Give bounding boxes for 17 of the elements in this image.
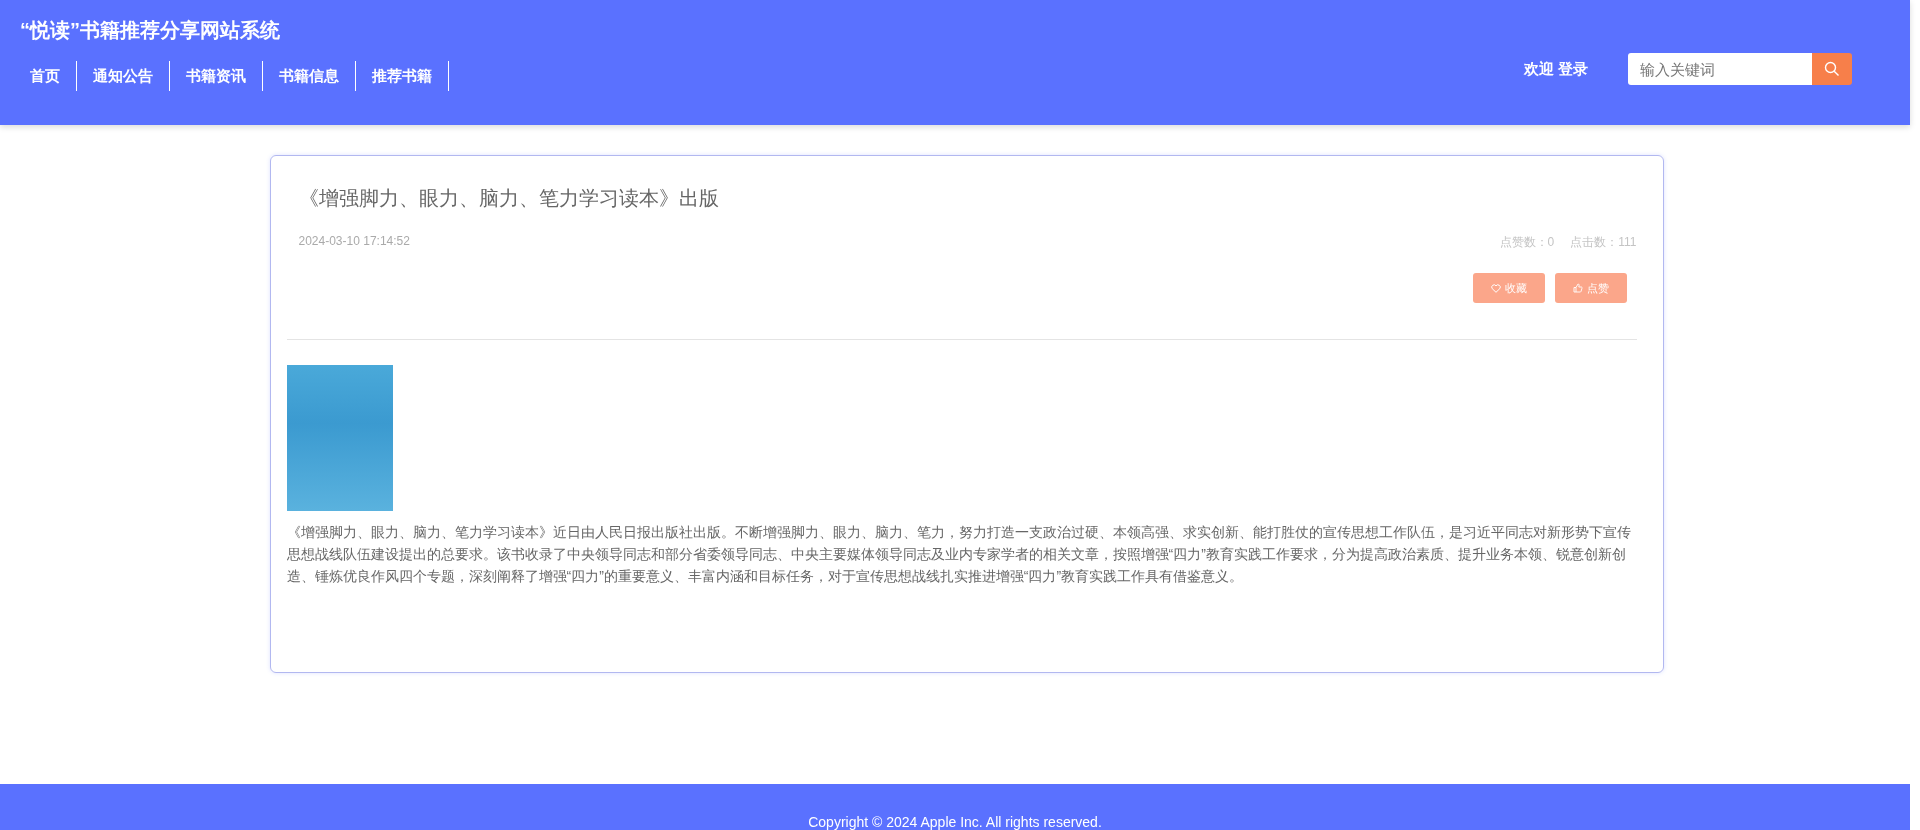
- search-field[interactable]: 输入关键词: [1628, 53, 1812, 85]
- nav-link[interactable]: 首页: [20, 61, 77, 91]
- nav-link[interactable]: 书籍资讯: [170, 61, 263, 91]
- thumb-up-icon: [1572, 283, 1583, 293]
- nav-link[interactable]: 通知公告: [77, 61, 170, 91]
- user-link[interactable]: 欢迎: [1524, 59, 1554, 79]
- search-icon: [1824, 61, 1840, 77]
- site-title: “悦读”书籍推荐分享网站系统: [20, 18, 281, 43]
- article-body: 《增强脚力、眼力、脑力、笔力学习读本》近日由人民日报出版社出版。不断增强脚力、眼力、脑力、笔力，努力打造一支政治过硬、本领高强、求实创新、能打胜仗的宣传思想工作队伍，是习近平同志对新形势下宣传思想战线队伍建设提出的总要求。该书收录了中央领导同志和部分省委领导同志、中央主要媒体领导同志及业内专家学者的相关文章，按照增强“四力”教育实践工作要求，分为提高政治素质、提升业务本领、锐意创新创造、锤炼优良作风四个专题，深刻阐释了增强“四力”的重要意义、丰富内涵和目标任务，对于宣传思想战线扎实推进增强“四力”教育实践工作具有借鉴意义。: [286, 523, 1632, 586]
- heart-icon: [1490, 283, 1501, 293]
- copyright-text: Copyright © 2024 Apple Inc. All rights reserved.: [808, 814, 1102, 830]
- user-link[interactable]: 登录: [1558, 59, 1588, 79]
- nav-link[interactable]: 推荐书籍: [356, 61, 449, 91]
- search-button[interactable]: [1812, 53, 1852, 85]
- article-title: 《增强脚力、眼力、脑力、笔力学习读本》出版: [298, 186, 720, 211]
- nav-link[interactable]: 书籍信息: [263, 61, 356, 91]
- publish-date: 2024-03-10 17:14:52: [298, 234, 410, 250]
